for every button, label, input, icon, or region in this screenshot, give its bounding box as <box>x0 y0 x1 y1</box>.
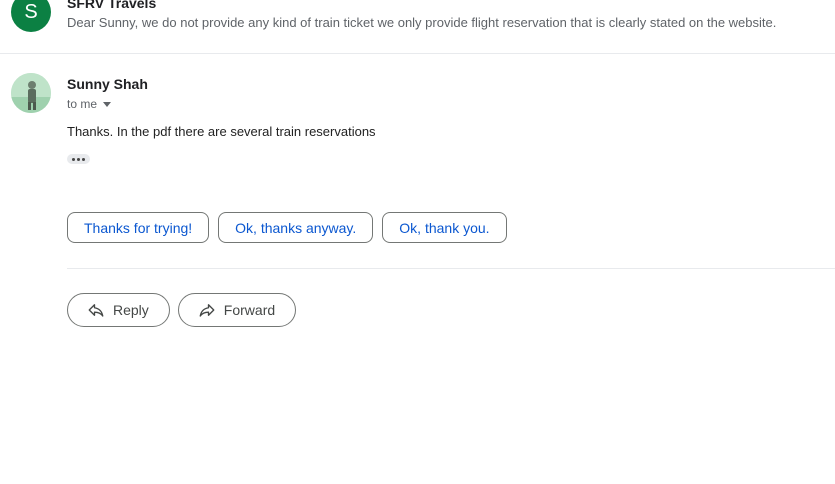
avatar[interactable] <box>11 73 51 113</box>
smart-reply-chip[interactable]: Thanks for trying! <box>67 212 210 243</box>
sender-name: Sunny Shah <box>67 76 148 92</box>
avatar-photo-image <box>11 73 51 113</box>
collapsed-message[interactable]: S SFRV Travels Dear Sunny, we do not pro… <box>0 0 835 54</box>
forward-arrow-icon <box>199 304 215 317</box>
smart-reply-chips: Thanks for trying! Ok, thanks anyway. Ok… <box>67 212 507 243</box>
dot-icon <box>82 157 85 161</box>
reply-label: Reply <box>113 302 149 318</box>
dot-icon <box>77 157 80 161</box>
recipient-details-toggle[interactable]: to me <box>67 97 112 111</box>
collapsed-sender-name: SFRV Travels <box>67 0 157 11</box>
forward-label: Forward <box>223 302 276 318</box>
caret-down-icon[interactable] <box>103 102 112 107</box>
recipient-label: to me <box>67 97 98 111</box>
show-trimmed-content-button[interactable] <box>67 154 90 164</box>
sender-avatar: S <box>11 0 51 32</box>
reply-arrow-icon <box>88 304 104 317</box>
message-body: Thanks. In the pdf there are several tra… <box>67 124 376 139</box>
divider <box>67 268 835 269</box>
smart-reply-chip[interactable]: Ok, thank you. <box>382 212 507 243</box>
smart-reply-chip[interactable]: Ok, thanks anyway. <box>218 212 374 243</box>
message-actions: Reply Forward <box>67 293 297 327</box>
collapsed-snippet: Dear Sunny, we do not provide any kind o… <box>67 15 777 30</box>
reply-button[interactable]: Reply <box>67 293 170 327</box>
forward-button[interactable]: Forward <box>177 293 297 327</box>
dot-icon <box>72 157 75 161</box>
